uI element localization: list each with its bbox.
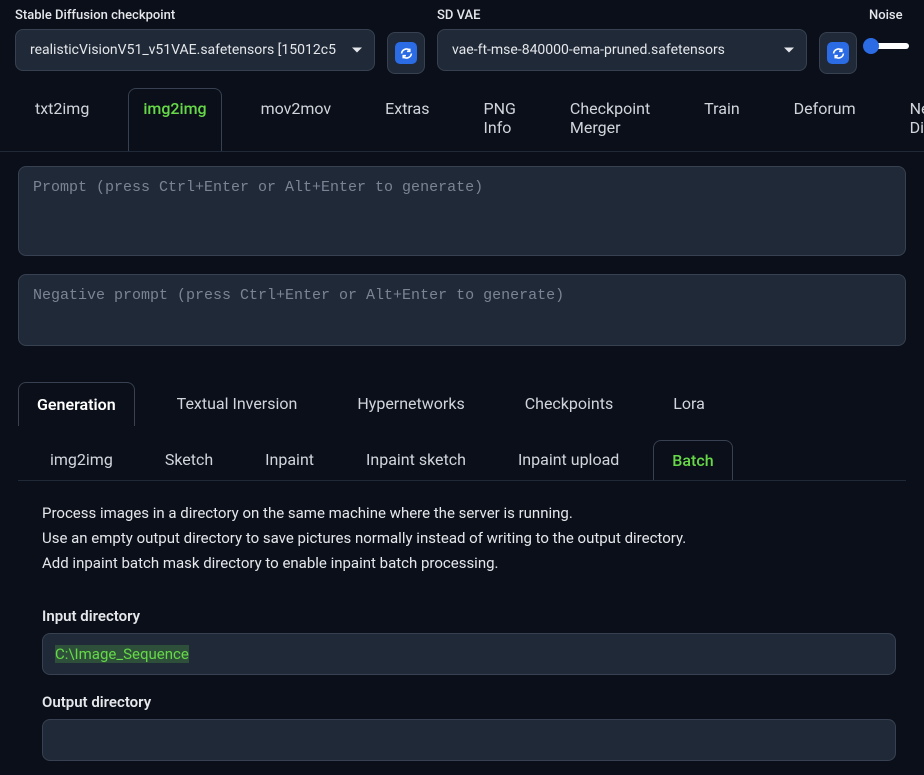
tab-next-diff[interactable]: Next Diff (895, 88, 924, 151)
input-directory-value: C:\Image_Sequence (55, 645, 189, 663)
input-directory-label: Input directory (42, 607, 896, 625)
refresh-icon (827, 42, 849, 64)
batch-info-line2: Use an empty output directory to save pi… (42, 526, 896, 551)
subtab-hypernetworks[interactable]: Hypernetworks (339, 382, 482, 426)
chevron-down-icon (784, 48, 794, 53)
tab-mov2mov[interactable]: mov2mov (246, 88, 347, 151)
refresh-icon (395, 42, 417, 64)
vae-value: vae-ft-mse-840000-ema-pruned.safetensors (452, 42, 725, 58)
tab-train[interactable]: Train (689, 88, 755, 151)
modetab-batch[interactable]: Batch (653, 440, 732, 480)
batch-info-text: Process images in a directory on the sam… (42, 501, 896, 577)
modetab-inpaint-sketch[interactable]: Inpaint sketch (348, 440, 484, 480)
checkpoint-select[interactable]: realisticVisionV51_v51VAE.safetensors [1… (15, 29, 375, 71)
modetab-inpaint[interactable]: Inpaint (247, 440, 332, 480)
tab-checkpoint-merger[interactable]: Checkpoint Merger (555, 88, 665, 151)
subtab-textual-inversion[interactable]: Textual Inversion (159, 382, 316, 426)
prompt-input[interactable] (18, 166, 906, 256)
output-directory-field[interactable] (42, 719, 896, 761)
tab-txt2img[interactable]: txt2img (20, 88, 104, 151)
vae-label: SD VAE (437, 8, 807, 23)
negative-prompt-input[interactable] (18, 274, 906, 346)
mode-subtabs: img2img Sketch Inpaint Inpaint sketch In… (18, 440, 906, 480)
slider-thumb[interactable] (863, 38, 879, 54)
subtab-checkpoints[interactable]: Checkpoints (507, 382, 632, 426)
batch-info-line1: Process images in a directory on the sam… (42, 501, 896, 526)
checkpoint-value: realisticVisionV51_v51VAE.safetensors [1… (30, 42, 336, 58)
checkpoint-refresh-button[interactable] (387, 32, 425, 74)
subtab-lora[interactable]: Lora (655, 382, 723, 426)
checkpoint-label: Stable Diffusion checkpoint (15, 8, 375, 23)
noise-label: Noise (869, 8, 909, 23)
modetab-sketch[interactable]: Sketch (147, 440, 231, 480)
tab-extras[interactable]: Extras (370, 88, 444, 151)
batch-info-line3: Add inpaint batch mask directory to enab… (42, 551, 896, 576)
modetab-inpaint-upload[interactable]: Inpaint upload (500, 440, 637, 480)
output-directory-label: Output directory (42, 693, 896, 711)
modetab-img2img[interactable]: img2img (32, 440, 131, 480)
tab-pnginfo[interactable]: PNG Info (469, 88, 531, 151)
generation-subtabs: Generation Textual Inversion Hypernetwor… (18, 382, 906, 426)
vae-select[interactable]: vae-ft-mse-840000-ema-pruned.safetensors (437, 29, 807, 71)
tab-img2img[interactable]: img2img (128, 88, 221, 151)
main-tabs: txt2img img2img mov2mov Extras PNG Info … (0, 78, 924, 152)
chevron-down-icon (352, 48, 362, 53)
noise-slider[interactable] (869, 43, 909, 49)
subtab-generation[interactable]: Generation (18, 382, 135, 426)
input-directory-field[interactable]: C:\Image_Sequence (42, 633, 896, 675)
tab-deforum[interactable]: Deforum (779, 88, 871, 151)
vae-refresh-button[interactable] (819, 32, 857, 74)
